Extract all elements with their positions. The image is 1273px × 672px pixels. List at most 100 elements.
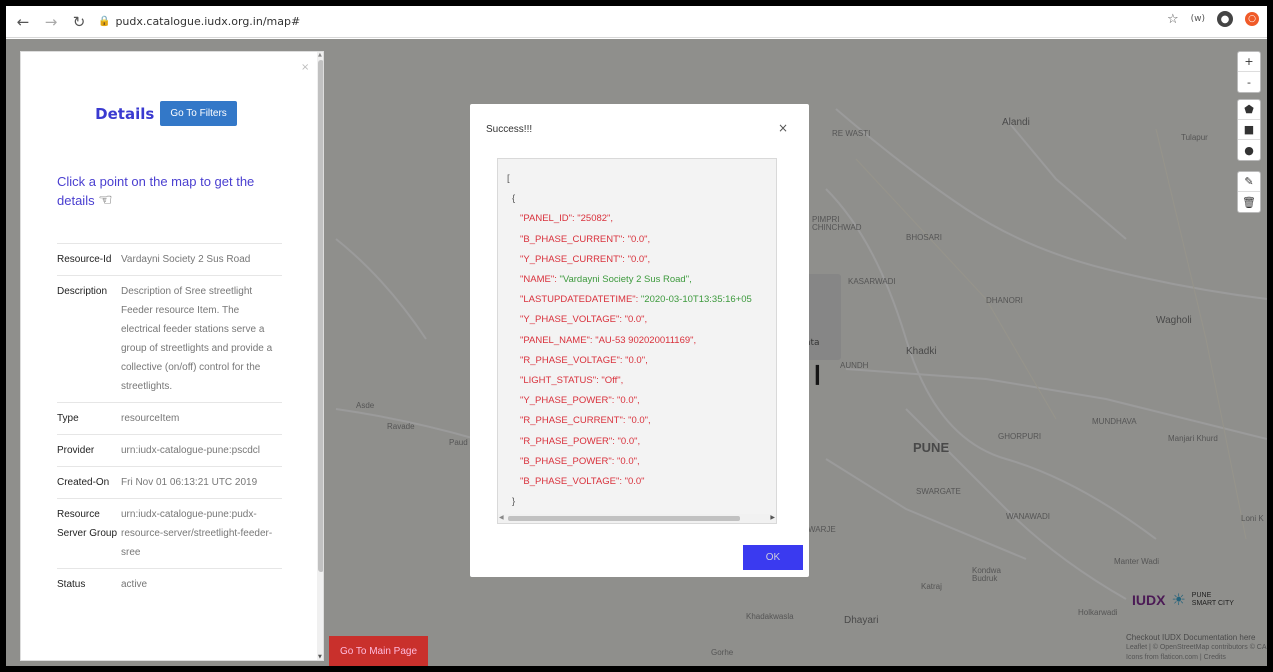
- zoom-out-button[interactable]: -: [1238, 72, 1260, 92]
- detail-key: Description: [57, 286, 108, 297]
- json-value: "0.0",: [614, 455, 640, 467]
- zoom-controls: + -: [1237, 51, 1261, 93]
- json-key: "R_PHASE_CURRENT":: [520, 415, 626, 427]
- json-value: "2020-03-10T13:35:16+05: [638, 294, 752, 306]
- json-line: "B_PHASE_VOLTAGE": "0.0": [498, 472, 776, 492]
- reload-icon[interactable]: ↻: [68, 11, 90, 33]
- forward-icon[interactable]: →: [40, 11, 62, 33]
- json-value: "0.0",: [621, 314, 648, 326]
- table-row: Description Description of Sree streetli…: [57, 275, 282, 402]
- json-key: "B_PHASE_CURRENT":: [520, 233, 625, 245]
- detail-value: Fri Nov 01 06:13:21 UTC 2019: [121, 477, 258, 488]
- json-value: "0.0",: [622, 354, 648, 366]
- json-line: "NAME": "Vardayni Society 2 Sus Road",: [498, 270, 776, 290]
- go-to-main-page-button[interactable]: Go To Main Page: [329, 636, 428, 666]
- scroll-up-icon[interactable]: ▲: [318, 52, 322, 58]
- json-key: "R_PHASE_VOLTAGE":: [520, 354, 623, 366]
- json-value: "Vardayni Society 2 Sus Road",: [556, 274, 692, 286]
- json-line: "R_PHASE_CURRENT": "0.0",: [498, 411, 776, 431]
- go-to-filters-button[interactable]: Go To Filters: [160, 101, 237, 126]
- scroll-down-icon[interactable]: ▼: [318, 654, 322, 660]
- detail-value: resourceItem: [121, 413, 180, 424]
- success-modal: Success!!! × [ { "PANEL_ID": "25082", "B_…: [470, 104, 809, 577]
- details-panel: × Details Go To Filters Click a point on…: [20, 51, 324, 661]
- ok-button[interactable]: OK: [743, 545, 803, 570]
- modal-title: Success!!!: [486, 124, 533, 135]
- json-key: "B_PHASE_VOLTAGE":: [520, 476, 622, 488]
- json-line: "B_PHASE_CURRENT": "0.0",: [498, 230, 776, 250]
- detail-key: Resource Server Group: [57, 509, 118, 539]
- draw-controls: ⬟ ■ ●: [1237, 99, 1261, 161]
- address-bar[interactable]: 🔒 pudx.catalogue.iudx.org.in/map#: [98, 10, 300, 34]
- json-key: "Y_PHASE_VOLTAGE":: [520, 314, 622, 326]
- json-value: "0.0": [621, 476, 645, 488]
- scroll-right-icon[interactable]: ▶: [770, 514, 775, 521]
- trash-icon[interactable]: 🗑: [1238, 192, 1260, 212]
- json-key: "LIGHT_STATUS":: [520, 375, 599, 387]
- table-row: Created-On Fri Nov 01 06:13:21 UTC 2019: [57, 466, 282, 498]
- json-value: "25082",: [574, 213, 614, 225]
- detail-value: urn:iudx-catalogue-pune:pudx-resource-se…: [121, 509, 273, 558]
- zoom-in-button[interactable]: +: [1238, 52, 1260, 72]
- close-icon[interactable]: ×: [778, 121, 788, 135]
- json-key: "LASTUPDATEDATETIME":: [520, 294, 639, 306]
- json-line: "LIGHT_STATUS": "Off",: [498, 371, 776, 391]
- json-value: "0.0",: [614, 395, 640, 407]
- table-row: Resource Server Group urn:iudx-catalogue…: [57, 498, 282, 568]
- url-text: pudx.catalogue.iudx.org.in/map#: [115, 15, 301, 28]
- table-row: Type resourceItem: [57, 402, 282, 434]
- json-horizontal-scrollbar[interactable]: ◀ ▶: [498, 514, 776, 523]
- panel-scrollbar[interactable]: ▲ ▼: [317, 52, 323, 660]
- scroll-left-icon[interactable]: ◀: [499, 514, 504, 521]
- scrollbar-thumb[interactable]: [508, 516, 740, 521]
- json-entries: "PANEL_ID": "25082", "B_PHASE_CURRENT": "…: [498, 209, 776, 492]
- close-icon[interactable]: ×: [301, 62, 309, 73]
- detail-key: Provider: [57, 445, 95, 456]
- edit-icon[interactable]: ✎: [1238, 172, 1260, 192]
- browser-toolbar: ← → ↻ 🔒 pudx.catalogue.iudx.org.in/map# …: [6, 6, 1267, 38]
- detail-value: active: [121, 579, 148, 590]
- map-view[interactable]: Alandi Tulapur RE WASTI PIMPRI CHINCHWAD…: [6, 39, 1267, 666]
- json-line: "B_PHASE_POWER": "0.0",: [498, 452, 776, 472]
- detail-key: Resource-Id: [57, 254, 112, 265]
- detail-key: Status: [57, 579, 86, 590]
- table-row: Status active: [57, 568, 282, 600]
- json-close-brace: }: [512, 496, 516, 508]
- json-line: "Y_PHASE_POWER": "0.0",: [498, 391, 776, 411]
- extension-icon[interactable]: ○: [1245, 12, 1259, 26]
- detail-value: urn:iudx-catalogue-pune:pscdcl: [121, 445, 260, 456]
- polygon-icon[interactable]: ⬟: [1238, 100, 1260, 120]
- lock-icon: 🔒: [98, 16, 111, 27]
- details-table: Resource-Id Vardayni Society 2 Sus Road …: [57, 243, 282, 600]
- json-value: "AU-53 902020011169",: [592, 334, 697, 346]
- table-row: Provider urn:iudx-catalogue-pune:pscdcl: [57, 434, 282, 466]
- scrollbar-thumb[interactable]: [318, 60, 323, 572]
- json-key: "NAME":: [520, 274, 557, 286]
- browser-window: ← → ↻ 🔒 pudx.catalogue.iudx.org.in/map# …: [6, 6, 1267, 666]
- json-value: "0.0",: [624, 253, 651, 265]
- json-content: [ { "PANEL_ID": "25082", "B_PHASE_CURRENT…: [498, 169, 776, 523]
- rectangle-icon[interactable]: ■: [1238, 120, 1260, 140]
- json-line: "R_PHASE_VOLTAGE": "0.0",: [498, 351, 776, 371]
- panel-hint: Click a point on the map to get the deta…: [57, 172, 287, 210]
- json-line: "LASTUPDATEDATETIME": "2020-03-10T13:35:…: [498, 290, 776, 310]
- json-line: "Y_PHASE_VOLTAGE": "0.0",: [498, 310, 776, 330]
- panel-header: Details Go To Filters: [21, 101, 311, 126]
- pointing-hand-icon: ☜: [98, 192, 113, 209]
- json-key: "PANEL_NAME":: [520, 334, 593, 346]
- json-output: [ { "PANEL_ID": "25082", "B_PHASE_CURRENT…: [497, 158, 777, 524]
- json-value: "Off",: [598, 375, 624, 387]
- star-icon[interactable]: ☆: [1167, 12, 1179, 27]
- json-line: "PANEL_ID": "25082",: [498, 209, 776, 229]
- json-open-bracket: [: [507, 173, 510, 184]
- back-icon[interactable]: ←: [12, 11, 34, 33]
- detail-key: Type: [57, 413, 79, 424]
- json-value: "0.0",: [614, 435, 641, 447]
- json-key: "PANEL_ID":: [520, 213, 575, 225]
- json-line: "PANEL_NAME": "AU-53 902020011169",: [498, 331, 776, 351]
- browser-actions: ☆ (w) ● ○: [1167, 11, 1259, 27]
- profile-icon[interactable]: ●: [1217, 11, 1233, 27]
- json-key: "B_PHASE_POWER":: [520, 455, 615, 467]
- circle-icon[interactable]: ●: [1238, 140, 1260, 160]
- detail-value: Vardayni Society 2 Sus Road: [121, 254, 251, 265]
